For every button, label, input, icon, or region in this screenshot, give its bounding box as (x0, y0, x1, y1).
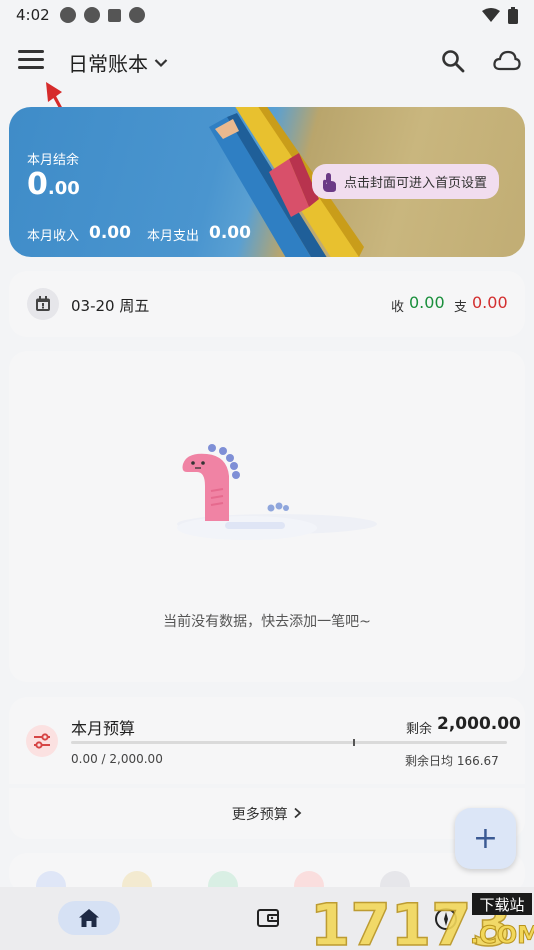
day-income-label: 收 (391, 300, 405, 315)
menu-icon[interactable] (18, 50, 44, 72)
svg-text:下载站: 下载站 (479, 896, 524, 914)
day-date: 03-20 周五 (71, 297, 150, 315)
budget-remaining-value: 2,000.00 (437, 714, 521, 734)
budget-used-total: 0.00 / 2,000.00 (71, 752, 163, 766)
leaf-icon (128, 7, 145, 23)
cover-card[interactable]: 本月结余 0.00 本月收入 0.00 本月支出 0.00 点击封面可进入首页设… (9, 107, 525, 257)
budget-card[interactable]: 本月预算 剩余 2,000.00 0.00 / 2,000.00 剩余日均 16… (9, 697, 525, 784)
day-expense-value: 0.00 (472, 293, 508, 312)
cloud-sync-icon[interactable] (493, 50, 521, 72)
book-selector[interactable]: 日常账本 (68, 48, 168, 77)
tap-hand-icon (323, 172, 336, 192)
calendar-icon (27, 288, 59, 320)
app-bar: 日常账本 (0, 36, 534, 88)
wallet-icon[interactable] (256, 906, 280, 930)
day-expense-label: 支 (454, 300, 468, 315)
more-budget-row[interactable]: 更多预算 (9, 788, 525, 839)
day-summary-card[interactable]: 03-20 周五 收 0.00 支 0.00 (9, 271, 525, 337)
watermark-logo: 17173 下载站 .COM (309, 887, 534, 950)
month-expense-value: 0.00 (209, 223, 251, 243)
status-bar: 4:02 (0, 0, 534, 30)
book-name: 日常账本 (68, 52, 148, 76)
home-icon (79, 909, 99, 927)
month-income-value: 0.00 (89, 223, 131, 243)
svg-text:.COM: .COM (470, 921, 534, 949)
notification-icon (83, 7, 100, 23)
notification-icon (59, 7, 76, 23)
battery-icon (508, 6, 518, 24)
cover-settings-hint[interactable]: 点击封面可进入首页设置 (312, 164, 500, 199)
budget-progress-marker (353, 739, 355, 746)
budget-progress-bar (71, 741, 507, 744)
balance-value: 0.00 (27, 167, 80, 202)
status-time: 4:02 (16, 6, 50, 24)
wifi-icon (482, 8, 500, 22)
empty-message: 当前没有数据，快去添加一笔吧~ (163, 614, 371, 630)
day-income-value: 0.00 (409, 293, 445, 312)
add-record-button[interactable]: + (455, 808, 516, 869)
month-income-label: 本月收入 (27, 229, 80, 244)
month-expense-label: 本月支出 (147, 229, 200, 244)
budget-sliders-icon (26, 725, 58, 757)
more-budget-button[interactable]: 更多预算 (9, 804, 525, 824)
chevron-right-icon (294, 807, 302, 819)
budget-title: 本月预算 (71, 719, 136, 738)
chevron-down-icon (154, 58, 168, 67)
empty-state-card: 当前没有数据，快去添加一笔吧~ (9, 351, 525, 682)
nav-home-tab[interactable] (58, 901, 120, 935)
balance-label: 本月结余 (27, 153, 80, 168)
budget-remaining-label: 剩余 (406, 722, 433, 737)
dinosaur-illustration (177, 444, 377, 540)
budget-daily-average: 剩余日均 166.67 (405, 754, 499, 768)
search-icon[interactable] (440, 48, 466, 74)
notification-icon (107, 8, 121, 22)
